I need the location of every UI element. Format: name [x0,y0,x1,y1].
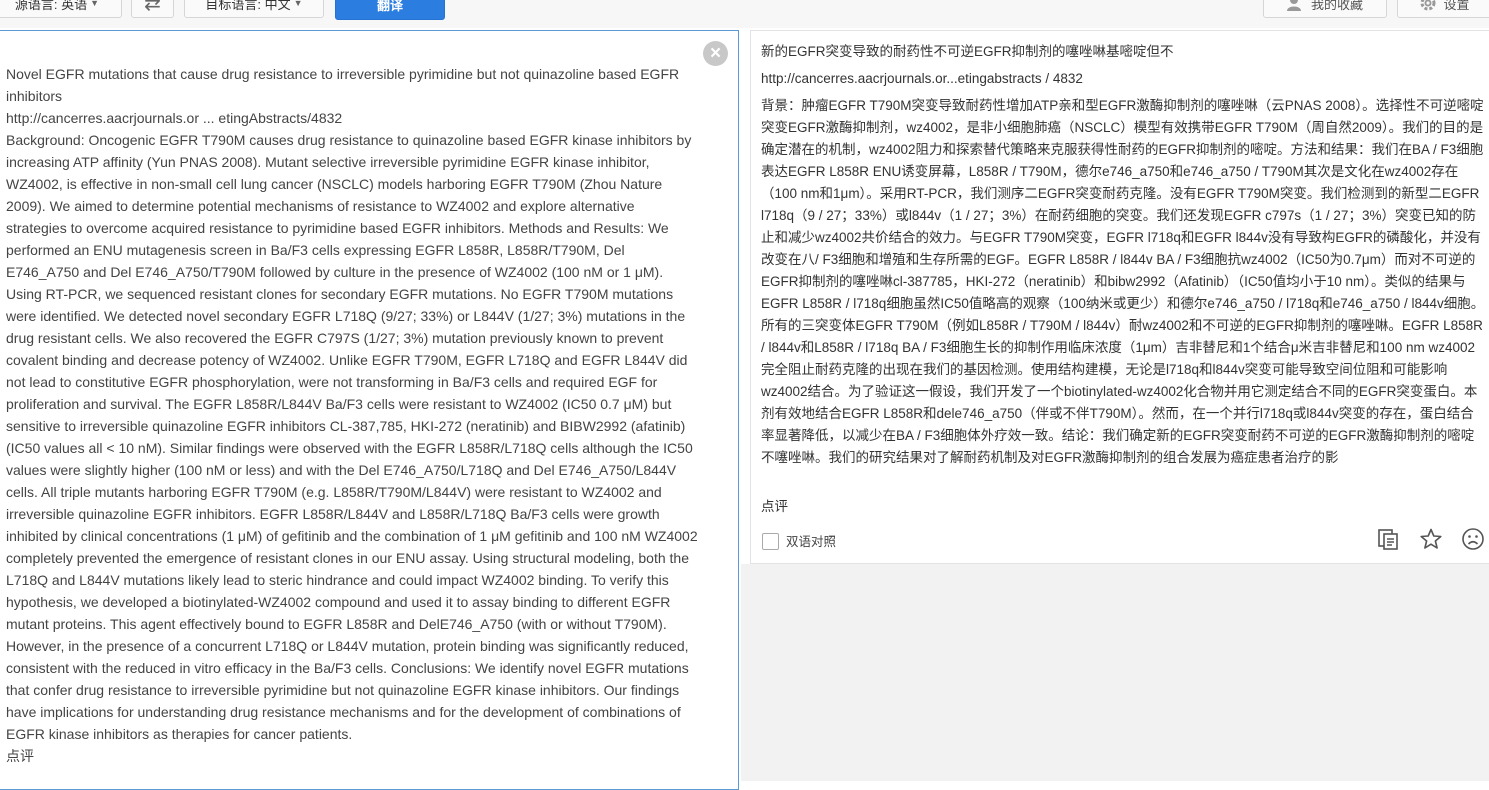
sad-face-icon [1462,528,1484,550]
star-icon [1420,528,1442,549]
settings-label: 设置 [1443,0,1470,12]
result-link: http://cancerres.aacrjournals.or...eting… [761,71,1083,86]
result-comment: 点评 [761,499,788,514]
copy-button[interactable] [1375,526,1401,552]
close-icon: × [709,43,722,64]
favorite-button[interactable] [1418,526,1444,552]
translate-button[interactable]: 翻译 [335,0,445,20]
feedback-button[interactable] [1460,526,1486,552]
chevron-down-icon: ▼ [293,0,303,8]
translate-button-label: 翻译 [376,0,403,13]
result-background [741,564,1489,781]
favorites-label: 我的收藏 [1310,0,1363,12]
favorites-icon [1286,0,1301,11]
settings-button[interactable]: 设置 [1397,0,1489,18]
copy-icon [1378,529,1398,550]
swap-arrows-icon: ⇄ [144,0,161,15]
chevron-down-icon: ▼ [90,0,100,8]
gear-icon [1420,0,1436,11]
target-language-select[interactable]: 目标语言: 中文 ▼ [184,0,324,18]
source-abstract: Background: Oncogenic EGFR T790M causes … [6,132,698,742]
clear-input-button[interactable]: × [703,41,728,66]
bilingual-label: 双语对照 [786,535,837,549]
source-comment: 点评 [6,748,34,764]
result-title: 新的EGFR突变导致的耐药性不可逆EGFR抑制剂的噻唑啉基嘧啶但不 [761,44,1174,59]
result-body: 背景：肿瘤EGFR T790M突变导致耐药性增加ATP亲和型EGFR激酶抑制剂的… [761,98,1485,465]
target-language-label: 目标语言: 中文 [205,0,291,12]
source-language-select[interactable]: 源语言: 英语 ▼ [0,0,122,18]
source-title: Novel EGFR mutations that cause drug res… [6,66,680,104]
source-link: http://cancerres.aacrjournals.or ... eti… [6,110,343,126]
toolbar: 源语言: 英语 ▼ ⇄ 目标语言: 中文 ▼ 翻译 我的收藏 设置 [0,0,1489,28]
source-language-label: 源语言: 英语 [14,0,88,12]
my-favorites-button[interactable]: 我的收藏 [1263,0,1387,18]
swap-languages-button[interactable]: ⇄ [131,0,174,18]
source-text: Novel EGFR mutations that cause drug res… [6,63,698,767]
bilingual-checkbox[interactable] [762,533,779,550]
